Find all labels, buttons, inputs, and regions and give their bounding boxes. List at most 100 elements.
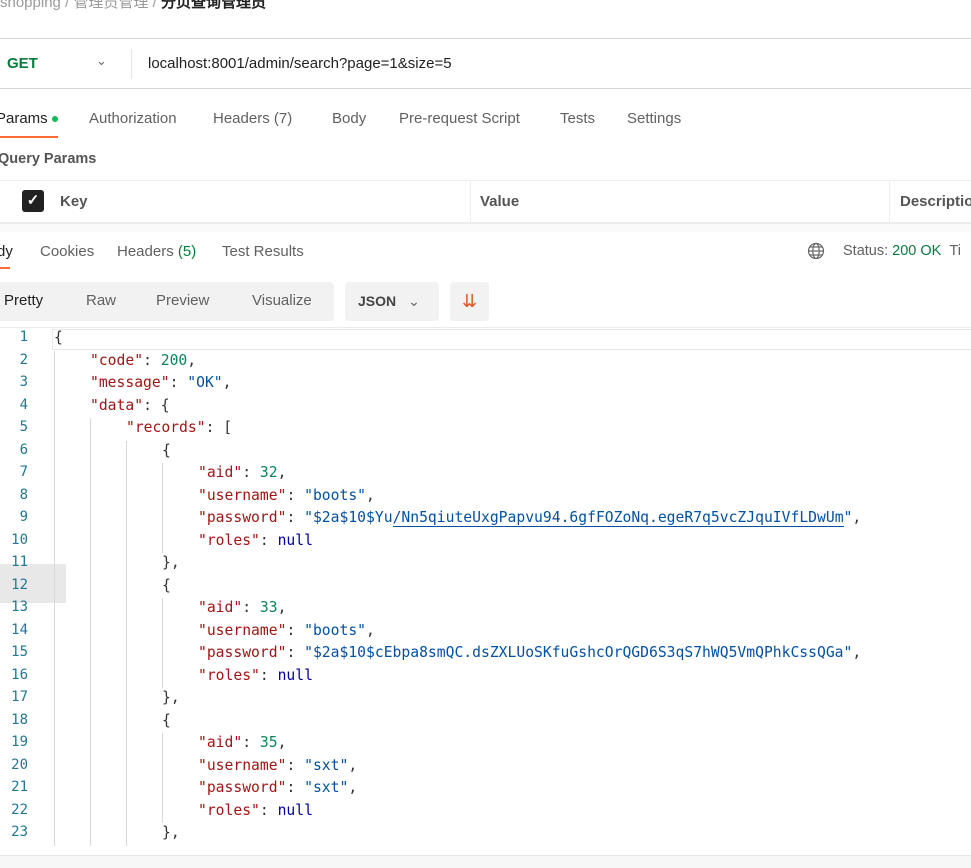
indent-guide [162,620,163,643]
active-dot-icon [51,116,58,123]
select-all-checkbox[interactable]: ✓ [22,190,44,212]
code-line: { [162,712,171,735]
indent-guide [126,688,127,711]
code-line: "aid": 35, [198,734,286,757]
code-line: "password": "sxt", [198,779,357,802]
response-status: Status: 200 OK Ti [843,243,961,259]
tab-headers[interactable]: Headers (7) [213,110,292,127]
json-punctuation: : [286,509,305,526]
json-punctuation: , [366,486,375,504]
json-punctuation: : { [143,396,170,414]
indent-guide [54,620,55,643]
json-punctuation: : [286,621,305,639]
indent-guide [90,598,91,621]
code-line: }, [162,554,180,577]
column-description: Descriptio [900,193,971,210]
tab-pre-request-script[interactable]: Pre-request Script [399,110,520,127]
indent-guide [90,485,91,508]
indent-guide [90,733,91,756]
json-punctuation: : [259,666,278,684]
json-string: "sxt" [304,779,349,796]
indent-guide [54,778,55,801]
json-key: "password" [198,509,287,526]
response-tab-test-results[interactable]: Test Results [222,243,304,260]
divider [131,49,132,79]
code-line: "password": "$2a$10$cEbpa8smQC.dsZXLUoSK… [198,644,861,667]
format-select[interactable]: JSON ⌄ [345,282,439,321]
json-number: 35 [259,734,278,751]
line-number: 8 [19,486,28,503]
indent-guide [54,373,55,396]
indent-guide [90,440,91,463]
indent-guide [126,575,127,598]
indent-guide [54,733,55,756]
status-bar [0,855,971,868]
json-key: "username" [198,486,287,504]
line-number: 6 [19,441,28,458]
indent-guide [162,508,163,531]
tab-tests[interactable]: Tests [560,110,595,127]
response-tab-body[interactable]: dy [0,243,13,260]
indent-guide [54,553,55,576]
json-punctuation: , [852,509,862,526]
breadcrumb-item[interactable]: 管理员管理 [73,0,148,11]
indent-guide [54,485,55,508]
json-key: "code" [90,351,144,369]
json-punctuation: : [286,756,305,774]
indent-guide [90,643,91,666]
json-number: 33 [259,599,278,616]
line-number: 20 [11,756,28,773]
code-line: "roles": null [198,802,313,825]
indent-guide [54,575,55,598]
view-visualize[interactable]: Visualize [252,292,312,309]
code-line: { [54,329,63,352]
wrap-lines-icon[interactable]: ⇊ [450,282,489,321]
json-punctuation: : [242,734,260,751]
json-punctuation: { [162,711,171,729]
indent-guide [126,485,127,508]
json-key: "aid" [198,464,243,481]
indent-guide [90,553,91,576]
tab-settings[interactable]: Settings [627,110,681,127]
tab-params[interactable]: Params [0,110,58,127]
breadcrumb-item[interactable]: shopping [0,0,61,11]
code-line: "password": "$2a$10$Yu/Nn5qiuteUxgPapvu9… [198,509,861,532]
line-number: 14 [11,621,28,638]
tab-authorization[interactable]: Authorization [89,110,177,127]
json-punctuation: { [162,576,171,594]
tab-body[interactable]: Body [332,110,366,127]
json-punctuation: { [54,329,63,346]
indent-guide [90,665,91,688]
json-string-link[interactable]: /Nn5qiuteUxgPapvu94.6gfFOZoNq.egeR7q5vcZ… [392,509,844,527]
response-tab-headers[interactable]: Headers (5) [117,243,196,260]
line-number: 22 [11,801,28,818]
globe-icon[interactable] [807,242,825,260]
view-preview[interactable]: Preview [156,292,209,309]
code-line: "roles": null [198,532,313,555]
json-null: null [277,801,313,819]
line-number: 16 [11,666,28,683]
code-line: }, [162,824,180,847]
indent-guide [162,643,163,666]
response-tab-cookies[interactable]: Cookies [40,243,94,260]
indent-guide [126,710,127,733]
response-body-editor[interactable]: 1 {2 "code": 200, 3 "message": "OK", 4 "data":… [0,327,971,855]
indent-guide [54,688,55,711]
url-input[interactable]: localhost:8001/admin/search?page=1&size=… [148,55,452,72]
line-number: 7 [19,464,28,480]
pane-divider[interactable] [0,223,971,232]
indent-guide [126,778,127,801]
indent-guide [54,800,55,823]
method-select[interactable]: GET [7,55,38,72]
indent-guide [126,463,127,486]
json-punctuation: , [277,734,287,751]
indent-guide [54,530,55,553]
code-line: "data": { [90,397,170,420]
view-raw[interactable]: Raw [86,292,116,309]
chevron-down-icon[interactable]: ⌄ [96,53,107,69]
indent-guide [126,553,127,576]
view-pretty[interactable]: Pretty [4,292,43,309]
json-punctuation: : [259,801,278,819]
json-key: "aid" [198,734,243,751]
indent-guide [90,755,91,778]
